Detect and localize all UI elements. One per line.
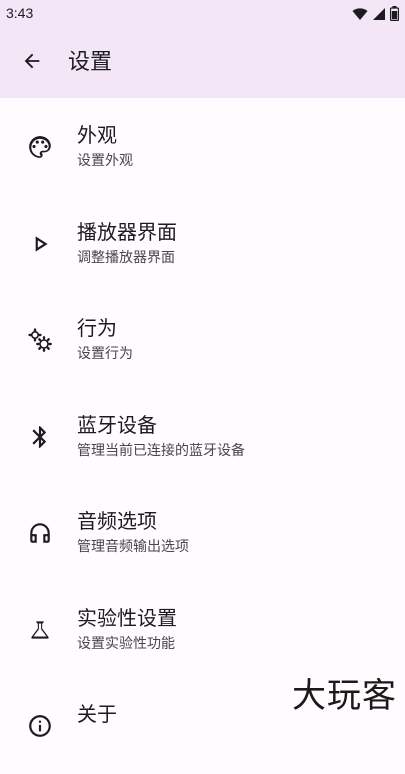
watermark-logo: 大玩客: [292, 676, 397, 716]
play-outline-icon: [26, 230, 54, 258]
headphones-icon: [26, 519, 54, 547]
wifi-icon: [352, 6, 368, 25]
setting-title: 关于: [77, 702, 117, 726]
setting-title: 播放器界面: [77, 219, 177, 244]
back-button[interactable]: [12, 43, 52, 83]
setting-item-appearance[interactable]: 外观 设置外观: [0, 98, 405, 195]
setting-subtitle: 管理音频输出选项: [77, 539, 189, 555]
setting-subtitle: 调整播放器界面: [77, 249, 175, 266]
bluetooth-icon: [26, 423, 54, 451]
settings-list: 外观 设置外观 播放器界面 调整播放器界面 行为 设置行为 蓝牙设备 管理当前已…: [0, 98, 405, 774]
status-icons: [352, 6, 400, 25]
battery-icon: [389, 6, 400, 25]
palette-icon: [26, 133, 54, 161]
setting-subtitle: 设置实验性功能: [77, 635, 175, 652]
status-bar: 3:43: [0, 0, 405, 28]
setting-item-audio[interactable]: 音频选项 管理音频输出选项: [0, 484, 405, 581]
setting-item-bluetooth[interactable]: 蓝牙设备 管理当前已连接的蓝牙设备: [0, 388, 405, 485]
setting-subtitle: 管理当前已连接的蓝牙设备: [77, 442, 245, 459]
cell-signal-icon: [372, 6, 386, 25]
setting-item-behavior[interactable]: 行为 设置行为: [0, 291, 405, 388]
setting-subtitle: 设置行为: [77, 346, 133, 362]
setting-title: 蓝牙设备: [77, 412, 157, 437]
app-bar: 设置: [0, 28, 405, 98]
flask-icon: [26, 616, 54, 644]
page-title: 设置: [68, 50, 113, 75]
setting-title: 外观: [77, 123, 117, 147]
status-time: 3:43: [6, 5, 34, 21]
gears-icon: [26, 326, 54, 354]
info-icon: [26, 712, 54, 740]
setting-title: 行为: [77, 316, 117, 340]
setting-item-player[interactable]: 播放器界面 调整播放器界面: [0, 195, 405, 292]
setting-subtitle: 设置外观: [77, 153, 133, 169]
setting-item-experimental[interactable]: 实验性设置 设置实验性功能: [0, 581, 405, 678]
setting-title: 音频选项: [77, 509, 157, 533]
setting-title: 实验性设置: [77, 605, 177, 630]
arrow-back-icon: [21, 50, 43, 76]
